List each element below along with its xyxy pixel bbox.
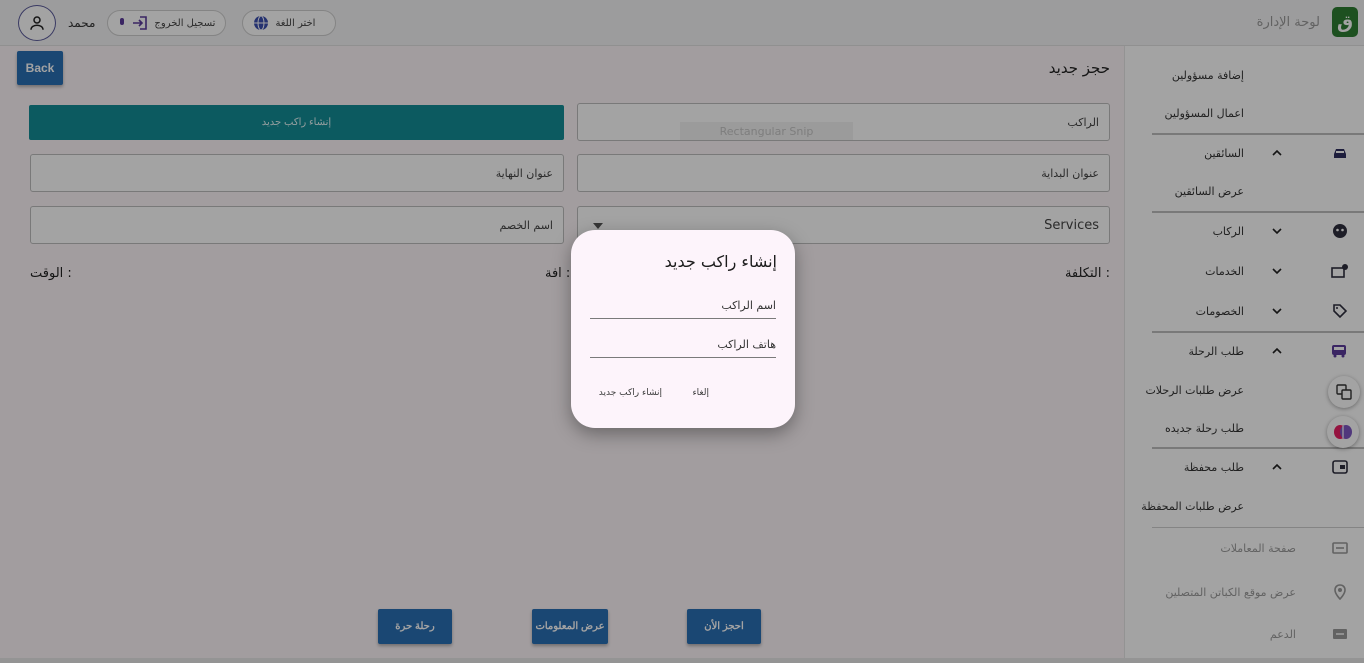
confirm-create-rider-button[interactable]: إنشاء راكب جديد <box>599 388 662 398</box>
rider-name-input[interactable]: اسم الراكب <box>590 293 776 319</box>
rider-phone-placeholder: هاتف الراكب <box>717 338 776 351</box>
rider-phone-input[interactable]: هاتف الراكب <box>590 332 776 358</box>
create-rider-dialog: إنشاء راكب جديد اسم الراكب هاتف الراكب إ… <box>571 230 795 428</box>
cancel-button[interactable]: إلغاء <box>692 388 709 398</box>
dialog-title: إنشاء راكب جديد <box>664 252 777 271</box>
rider-name-placeholder: اسم الراكب <box>721 299 776 312</box>
